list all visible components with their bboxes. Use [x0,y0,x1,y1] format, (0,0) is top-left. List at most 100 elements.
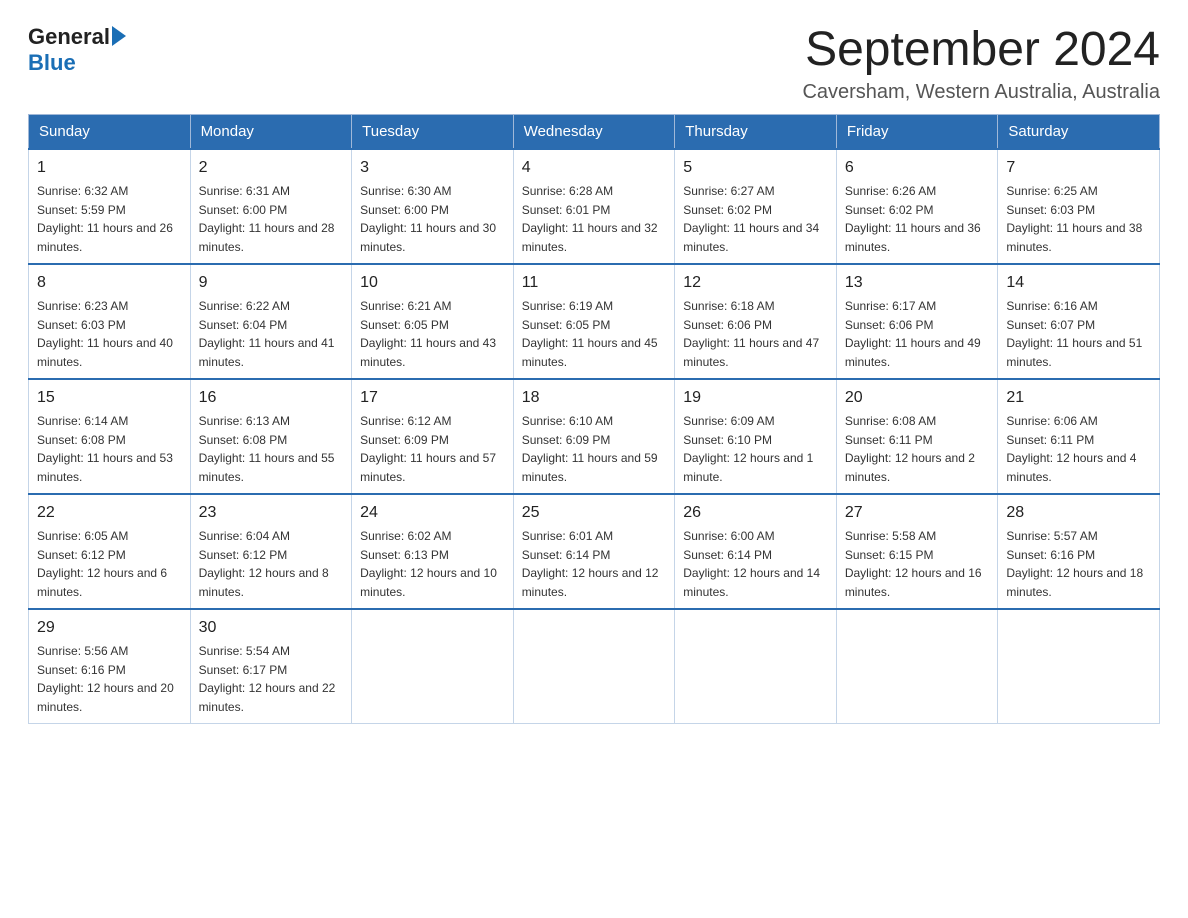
table-row [675,609,837,724]
table-row: 21 Sunrise: 6:06 AMSunset: 6:11 PMDaylig… [998,379,1160,494]
day-number: 17 [360,386,505,410]
col-friday: Friday [836,114,998,149]
day-info: Sunrise: 6:14 AMSunset: 6:08 PMDaylight:… [37,414,173,484]
table-row: 8 Sunrise: 6:23 AMSunset: 6:03 PMDayligh… [29,264,191,379]
table-row: 19 Sunrise: 6:09 AMSunset: 6:10 PMDaylig… [675,379,837,494]
day-info: Sunrise: 6:25 AMSunset: 6:03 PMDaylight:… [1006,184,1142,254]
table-row: 2 Sunrise: 6:31 AMSunset: 6:00 PMDayligh… [190,149,352,264]
day-number: 29 [37,616,182,640]
day-number: 22 [37,501,182,525]
table-row [836,609,998,724]
logo-general-text: General [28,24,110,50]
table-row: 14 Sunrise: 6:16 AMSunset: 6:07 PMDaylig… [998,264,1160,379]
table-row [513,609,675,724]
col-saturday: Saturday [998,114,1160,149]
table-row: 22 Sunrise: 6:05 AMSunset: 6:12 PMDaylig… [29,494,191,609]
day-number: 1 [37,156,182,180]
day-number: 19 [683,386,828,410]
day-number: 16 [199,386,344,410]
day-number: 2 [199,156,344,180]
calendar-week-row: 1 Sunrise: 6:32 AMSunset: 5:59 PMDayligh… [29,149,1160,264]
logo: General Blue [28,24,126,76]
day-number: 28 [1006,501,1151,525]
title-block: September 2024 Caversham, Western Austra… [802,24,1160,104]
table-row: 25 Sunrise: 6:01 AMSunset: 6:14 PMDaylig… [513,494,675,609]
day-info: Sunrise: 6:27 AMSunset: 6:02 PMDaylight:… [683,184,819,254]
calendar-week-row: 15 Sunrise: 6:14 AMSunset: 6:08 PMDaylig… [29,379,1160,494]
day-number: 6 [845,156,990,180]
day-number: 14 [1006,271,1151,295]
day-info: Sunrise: 6:31 AMSunset: 6:00 PMDaylight:… [199,184,335,254]
day-info: Sunrise: 6:08 AMSunset: 6:11 PMDaylight:… [845,414,975,484]
day-info: Sunrise: 6:13 AMSunset: 6:08 PMDaylight:… [199,414,335,484]
day-info: Sunrise: 6:32 AMSunset: 5:59 PMDaylight:… [37,184,173,254]
day-number: 30 [199,616,344,640]
table-row: 12 Sunrise: 6:18 AMSunset: 6:06 PMDaylig… [675,264,837,379]
table-row: 18 Sunrise: 6:10 AMSunset: 6:09 PMDaylig… [513,379,675,494]
day-info: Sunrise: 6:09 AMSunset: 6:10 PMDaylight:… [683,414,813,484]
day-info: Sunrise: 6:30 AMSunset: 6:00 PMDaylight:… [360,184,496,254]
day-number: 27 [845,501,990,525]
col-monday: Monday [190,114,352,149]
table-row: 10 Sunrise: 6:21 AMSunset: 6:05 PMDaylig… [352,264,514,379]
calendar-week-row: 22 Sunrise: 6:05 AMSunset: 6:12 PMDaylig… [29,494,1160,609]
table-row: 30 Sunrise: 5:54 AMSunset: 6:17 PMDaylig… [190,609,352,724]
day-info: Sunrise: 5:57 AMSunset: 6:16 PMDaylight:… [1006,529,1143,599]
subtitle: Caversham, Western Australia, Australia [802,81,1160,104]
day-info: Sunrise: 6:10 AMSunset: 6:09 PMDaylight:… [522,414,658,484]
day-number: 25 [522,501,667,525]
table-row [998,609,1160,724]
table-row: 13 Sunrise: 6:17 AMSunset: 6:06 PMDaylig… [836,264,998,379]
calendar-header-row: Sunday Monday Tuesday Wednesday Thursday… [29,114,1160,149]
day-info: Sunrise: 5:56 AMSunset: 6:16 PMDaylight:… [37,644,174,714]
day-info: Sunrise: 6:04 AMSunset: 6:12 PMDaylight:… [199,529,329,599]
table-row: 6 Sunrise: 6:26 AMSunset: 6:02 PMDayligh… [836,149,998,264]
day-info: Sunrise: 5:54 AMSunset: 6:17 PMDaylight:… [199,644,336,714]
logo-triangle-icon [112,26,126,46]
table-row: 27 Sunrise: 5:58 AMSunset: 6:15 PMDaylig… [836,494,998,609]
day-number: 15 [37,386,182,410]
day-info: Sunrise: 6:17 AMSunset: 6:06 PMDaylight:… [845,299,981,369]
day-info: Sunrise: 6:06 AMSunset: 6:11 PMDaylight:… [1006,414,1136,484]
day-number: 8 [37,271,182,295]
day-info: Sunrise: 6:22 AMSunset: 6:04 PMDaylight:… [199,299,335,369]
main-title: September 2024 [802,24,1160,77]
col-wednesday: Wednesday [513,114,675,149]
table-row: 29 Sunrise: 5:56 AMSunset: 6:16 PMDaylig… [29,609,191,724]
table-row: 1 Sunrise: 6:32 AMSunset: 5:59 PMDayligh… [29,149,191,264]
day-number: 20 [845,386,990,410]
page-header: General Blue September 2024 Caversham, W… [28,24,1160,104]
calendar-table: Sunday Monday Tuesday Wednesday Thursday… [28,114,1160,724]
day-number: 23 [199,501,344,525]
day-info: Sunrise: 6:16 AMSunset: 6:07 PMDaylight:… [1006,299,1142,369]
day-info: Sunrise: 6:28 AMSunset: 6:01 PMDaylight:… [522,184,658,254]
day-number: 13 [845,271,990,295]
day-info: Sunrise: 6:01 AMSunset: 6:14 PMDaylight:… [522,529,659,599]
day-info: Sunrise: 6:23 AMSunset: 6:03 PMDaylight:… [37,299,173,369]
day-info: Sunrise: 6:02 AMSunset: 6:13 PMDaylight:… [360,529,497,599]
day-info: Sunrise: 6:26 AMSunset: 6:02 PMDaylight:… [845,184,981,254]
day-info: Sunrise: 6:00 AMSunset: 6:14 PMDaylight:… [683,529,820,599]
table-row [352,609,514,724]
day-number: 4 [522,156,667,180]
table-row: 4 Sunrise: 6:28 AMSunset: 6:01 PMDayligh… [513,149,675,264]
table-row: 3 Sunrise: 6:30 AMSunset: 6:00 PMDayligh… [352,149,514,264]
table-row: 16 Sunrise: 6:13 AMSunset: 6:08 PMDaylig… [190,379,352,494]
day-number: 9 [199,271,344,295]
day-info: Sunrise: 5:58 AMSunset: 6:15 PMDaylight:… [845,529,982,599]
table-row: 9 Sunrise: 6:22 AMSunset: 6:04 PMDayligh… [190,264,352,379]
day-number: 11 [522,271,667,295]
table-row: 20 Sunrise: 6:08 AMSunset: 6:11 PMDaylig… [836,379,998,494]
table-row: 5 Sunrise: 6:27 AMSunset: 6:02 PMDayligh… [675,149,837,264]
table-row: 11 Sunrise: 6:19 AMSunset: 6:05 PMDaylig… [513,264,675,379]
col-sunday: Sunday [29,114,191,149]
table-row: 28 Sunrise: 5:57 AMSunset: 6:16 PMDaylig… [998,494,1160,609]
day-info: Sunrise: 6:19 AMSunset: 6:05 PMDaylight:… [522,299,658,369]
table-row: 7 Sunrise: 6:25 AMSunset: 6:03 PMDayligh… [998,149,1160,264]
day-number: 21 [1006,386,1151,410]
logo-blue-text: Blue [28,50,76,76]
day-info: Sunrise: 6:12 AMSunset: 6:09 PMDaylight:… [360,414,496,484]
table-row: 23 Sunrise: 6:04 AMSunset: 6:12 PMDaylig… [190,494,352,609]
table-row: 17 Sunrise: 6:12 AMSunset: 6:09 PMDaylig… [352,379,514,494]
col-thursday: Thursday [675,114,837,149]
